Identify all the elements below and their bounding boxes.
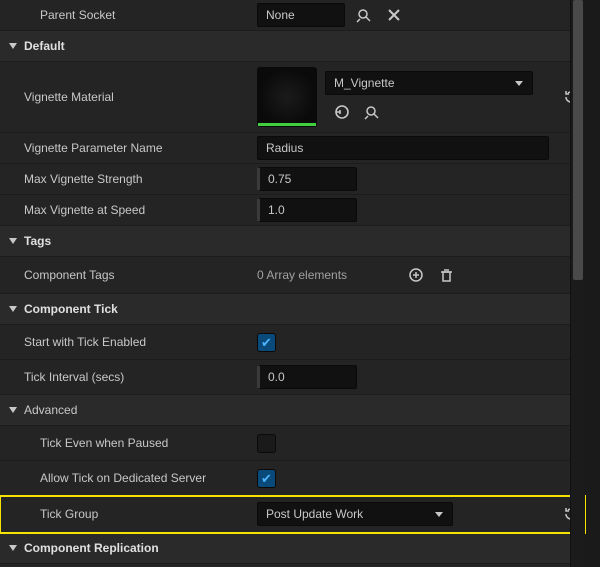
browse-asset-icon[interactable] [361, 101, 383, 123]
row-allow-tick-dedicated: Allow Tick on Dedicated Server ✔ [0, 461, 585, 496]
browse-icon[interactable] [353, 4, 375, 26]
label-vignette-material: Vignette Material [24, 90, 114, 104]
max-vignette-strength-input[interactable]: 0.75 [257, 167, 357, 191]
row-component-tags: Component Tags 0 Array elements [0, 257, 585, 294]
label-max-vignette-strength: Max Vignette Strength [24, 172, 143, 186]
vignette-param-name-input[interactable]: Radius [257, 136, 549, 160]
tick-interval-input[interactable]: 0.0 [257, 365, 357, 389]
max-vignette-at-speed-input[interactable]: 1.0 [257, 198, 357, 222]
chevron-down-icon [434, 509, 444, 519]
section-default[interactable]: Default [0, 31, 585, 62]
row-start-with-tick-enabled: Start with Tick Enabled ✔ [0, 325, 585, 360]
label-tick-group: Tick Group [40, 507, 98, 521]
label-max-vignette-at-speed: Max Vignette at Speed [24, 203, 145, 217]
add-element-icon[interactable] [405, 264, 427, 286]
check-icon: ✔ [261, 472, 272, 485]
row-vignette-param-name: Vignette Parameter Name Radius [0, 133, 585, 164]
label-vignette-param-name: Vignette Parameter Name [24, 141, 163, 155]
section-component-tick[interactable]: Component Tick [0, 294, 585, 325]
tick-even-when-paused-checkbox[interactable] [257, 434, 276, 453]
allow-tick-dedicated-checkbox[interactable]: ✔ [257, 469, 276, 488]
chevron-down-icon [8, 543, 18, 553]
material-asset-dropdown[interactable]: M_Vignette [325, 71, 533, 95]
chevron-down-icon [8, 304, 18, 314]
array-count-text: 0 Array elements [257, 268, 397, 282]
row-parent-socket: Parent Socket None [0, 0, 585, 31]
material-thumbnail[interactable] [257, 67, 317, 127]
tick-group-dropdown[interactable]: Post Update Work [257, 502, 453, 526]
clear-array-icon[interactable] [435, 264, 457, 286]
row-vignette-material: Vignette Material M_Vignette [0, 62, 585, 133]
row-tick-interval: Tick Interval (secs) 0.0 [0, 360, 585, 395]
chevron-down-icon [8, 236, 18, 246]
clear-icon[interactable] [383, 4, 405, 26]
row-max-vignette-strength: Max Vignette Strength 0.75 [0, 164, 585, 195]
label-allow-tick-dedicated: Allow Tick on Dedicated Server [40, 471, 206, 485]
scrollbar-thumb[interactable] [573, 0, 583, 280]
use-selected-icon[interactable] [331, 101, 353, 123]
label-start-with-tick-enabled: Start with Tick Enabled [24, 335, 146, 349]
label-component-tags: Component Tags [24, 268, 115, 282]
row-tick-even-when-paused: Tick Even when Paused [0, 426, 585, 461]
label-tick-even-when-paused: Tick Even when Paused [40, 436, 168, 450]
chevron-down-icon [514, 78, 524, 88]
scrollbar[interactable] [570, 0, 585, 567]
section-tags[interactable]: Tags [0, 226, 585, 257]
chevron-down-icon [8, 405, 18, 415]
row-max-vignette-at-speed: Max Vignette at Speed 1.0 [0, 195, 585, 226]
section-advanced[interactable]: Advanced [0, 395, 585, 426]
row-tick-group: Tick Group Post Update Work [0, 496, 585, 533]
label-parent-socket: Parent Socket [40, 8, 115, 22]
label-tick-interval: Tick Interval (secs) [24, 370, 124, 384]
chevron-down-icon [8, 41, 18, 51]
check-icon: ✔ [261, 336, 272, 349]
parent-socket-dropdown[interactable]: None [257, 3, 345, 27]
section-component-replication[interactable]: Component Replication [0, 533, 585, 564]
start-with-tick-enabled-checkbox[interactable]: ✔ [257, 333, 276, 352]
